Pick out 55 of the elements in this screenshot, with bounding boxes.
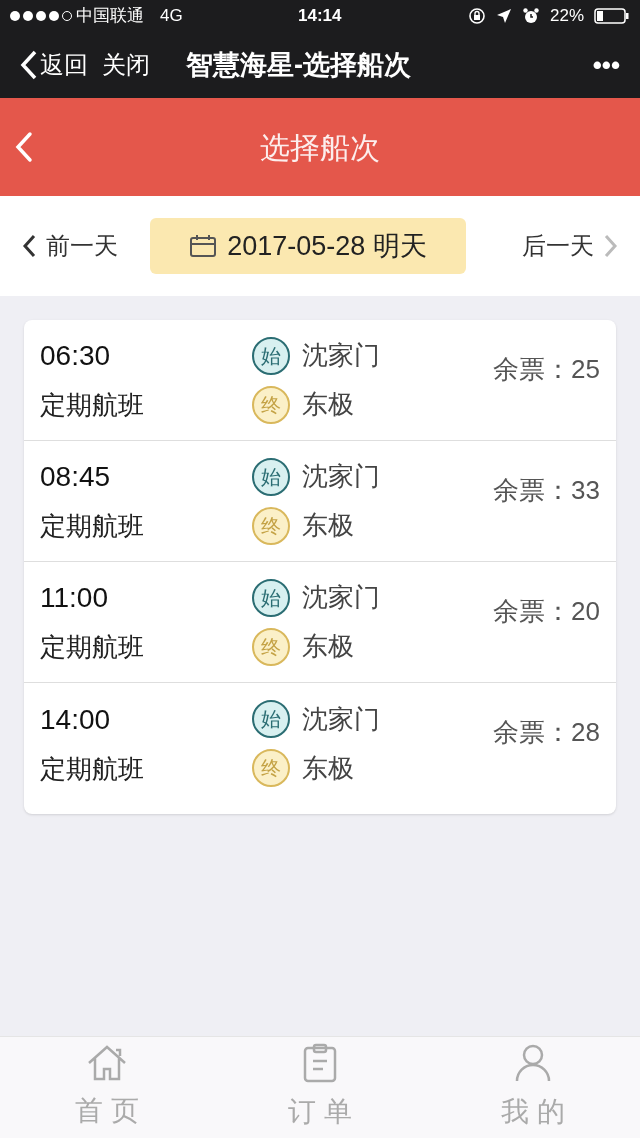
departure-time: 11:00 <box>40 581 109 615</box>
trip-row[interactable]: 11:00 定期航班 始 沈家门 终 东极 余票：20 <box>24 562 616 683</box>
battery-icon <box>594 8 630 24</box>
start-port: 沈家门 <box>302 460 380 493</box>
page-title: 选择船次 <box>260 129 380 166</box>
start-port: 沈家门 <box>302 339 380 372</box>
end-badge: 终 <box>252 385 290 424</box>
trip-row[interactable]: 08:45 定期航班 始 沈家门 终 东极 余票：33 <box>24 441 616 562</box>
location-icon <box>495 8 512 24</box>
departure-time: 08:45 <box>40 460 112 494</box>
start-port: 沈家门 <box>302 702 380 736</box>
trip-row[interactable]: 06:30 定期航班 始 沈家门 终 东极 余票：25 <box>24 320 616 441</box>
departure-time: 14:00 <box>40 702 112 737</box>
chevron-right-icon <box>604 234 618 258</box>
back-button[interactable]: 返回 <box>20 47 88 83</box>
rotation-lock-icon <box>467 7 486 25</box>
back-chevron-icon[interactable] <box>14 131 34 163</box>
clock: 14:14 <box>298 5 342 28</box>
remaining-tickets: 余票：20 <box>493 594 600 628</box>
window-title: 智慧海星-选择船次 <box>186 48 411 82</box>
trip-type: 定期航班 <box>40 389 145 422</box>
trip-type: 定期航班 <box>40 510 145 543</box>
carrier-name: 中国联通 <box>76 5 144 28</box>
clipboard-icon <box>302 1042 338 1083</box>
end-badge: 终 <box>252 506 290 545</box>
trip-type: 定期航班 <box>40 752 145 786</box>
chevron-left-icon <box>22 234 36 258</box>
close-button[interactable]: 关闭 <box>102 47 150 83</box>
trip-type: 定期航班 <box>40 631 145 664</box>
start-badge: 始 <box>252 336 290 375</box>
start-badge: 始 <box>252 457 290 496</box>
chevron-left-icon <box>20 50 38 80</box>
date-text: 2017-05-28 明天 <box>227 229 427 263</box>
end-port: 东极 <box>302 751 354 785</box>
start-port: 沈家门 <box>302 581 380 614</box>
end-badge: 终 <box>252 749 290 787</box>
start-badge: 始 <box>252 700 290 738</box>
battery-percent: 22% <box>549 5 584 28</box>
date-selector[interactable]: 2017-05-28 明天 <box>150 218 466 274</box>
remaining-tickets: 余票：28 <box>493 716 600 749</box>
departure-time: 06:30 <box>40 339 112 373</box>
calendar-icon <box>189 234 218 258</box>
next-day-button[interactable]: 后一天 <box>522 228 618 264</box>
end-port: 东极 <box>302 388 354 421</box>
remaining-tickets: 余票：33 <box>493 473 600 507</box>
end-badge: 终 <box>252 627 290 666</box>
remaining-tickets: 余票：25 <box>493 352 600 386</box>
alarm-icon <box>521 7 540 25</box>
more-button[interactable]: ••• <box>592 45 620 85</box>
end-port: 东极 <box>302 630 354 663</box>
end-port: 东极 <box>302 509 354 542</box>
trip-row[interactable]: 14:00 定期航班 始 沈家门 终 东极 余票：28 <box>24 683 616 804</box>
previous-day-button[interactable]: 前一天 <box>22 228 118 264</box>
start-badge: 始 <box>252 578 290 617</box>
network-type: 4G <box>160 5 183 28</box>
